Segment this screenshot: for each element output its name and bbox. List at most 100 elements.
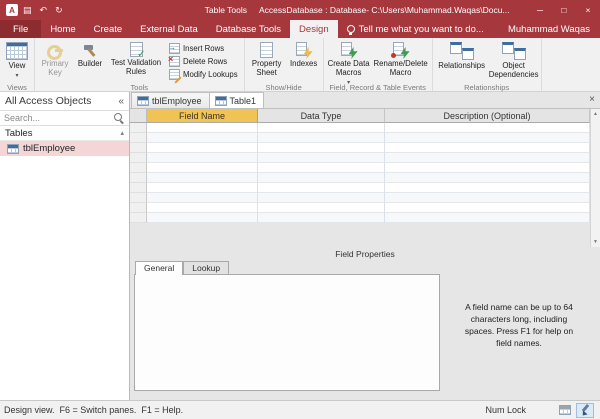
datasheet-view-button[interactable]: [556, 403, 574, 418]
description-cell[interactable]: [385, 183, 590, 193]
data-type-cell[interactable]: [258, 153, 385, 163]
tell-me-box[interactable]: Tell me what you want to do...: [338, 20, 493, 38]
row-selector[interactable]: [130, 213, 147, 223]
builder-button[interactable]: Builder: [73, 40, 107, 83]
description-cell[interactable]: [385, 213, 590, 223]
field-name-cell[interactable]: [147, 183, 258, 193]
grid-row[interactable]: [130, 143, 590, 153]
field-name-cell[interactable]: [147, 143, 258, 153]
nav-section-tables[interactable]: Tables ▴: [0, 126, 129, 141]
doc-tab-table1[interactable]: Table1: [210, 92, 265, 108]
doc-tab-tblemployee[interactable]: tblEmployee: [131, 92, 210, 108]
minimize-icon[interactable]: ─: [528, 0, 552, 20]
row-selector[interactable]: [130, 183, 147, 193]
delete-rows-button[interactable]: Delete Rows: [167, 55, 240, 67]
search-icon[interactable]: [114, 113, 125, 124]
grid-row[interactable]: [130, 213, 590, 223]
data-type-cell[interactable]: [258, 213, 385, 223]
field-name-cell[interactable]: [147, 163, 258, 173]
data-type-cell[interactable]: [258, 123, 385, 133]
section-collapse-icon[interactable]: ▴: [120, 129, 124, 137]
description-cell[interactable]: [385, 203, 590, 213]
data-type-cell[interactable]: [258, 143, 385, 153]
test-validation-rules-button[interactable]: Test Validation Rules: [107, 40, 165, 83]
field-name-cell[interactable]: [147, 203, 258, 213]
data-type-cell[interactable]: [258, 203, 385, 213]
description-cell[interactable]: [385, 163, 590, 173]
description-cell[interactable]: [385, 143, 590, 153]
data-type-cell[interactable]: [258, 133, 385, 143]
search-input[interactable]: [4, 113, 114, 123]
description-cell[interactable]: [385, 173, 590, 183]
relationships-button[interactable]: Relationships: [435, 40, 489, 83]
row-selector[interactable]: [130, 143, 147, 153]
row-selector[interactable]: [130, 153, 147, 163]
scroll-up-icon[interactable]: ▲: [593, 111, 598, 117]
tab-file[interactable]: File: [0, 20, 41, 38]
nav-pane-header[interactable]: All Access Objects «: [0, 92, 129, 110]
row-selector[interactable]: [130, 123, 147, 133]
field-name-cell[interactable]: [147, 193, 258, 203]
grid-row[interactable]: [130, 153, 590, 163]
tab-general[interactable]: General: [135, 261, 183, 275]
close-document-icon[interactable]: ×: [584, 94, 600, 108]
column-header-data-type[interactable]: Data Type: [258, 109, 385, 123]
tab-create[interactable]: Create: [85, 20, 132, 38]
grid-row[interactable]: [130, 123, 590, 133]
column-header-field-name[interactable]: Field Name: [147, 109, 258, 123]
primary-key-button[interactable]: Primary Key: [37, 40, 73, 83]
redo-icon[interactable]: ↻: [55, 5, 63, 16]
view-button[interactable]: View ▾: [2, 40, 32, 83]
field-name-cell[interactable]: [147, 173, 258, 183]
close-icon[interactable]: ×: [576, 0, 600, 20]
modify-lookups-button[interactable]: Modify Lookups: [167, 68, 240, 80]
field-name-cell[interactable]: [147, 123, 258, 133]
tab-lookup[interactable]: Lookup: [183, 261, 229, 274]
grid-row[interactable]: [130, 193, 590, 203]
description-cell[interactable]: [385, 123, 590, 133]
object-dependencies-button[interactable]: Object Dependencies: [489, 40, 539, 83]
scroll-down-icon[interactable]: ▼: [593, 239, 598, 245]
save-icon[interactable]: ▤: [23, 5, 32, 16]
insert-rows-button[interactable]: Insert Rows: [167, 42, 240, 54]
view-icon: [6, 42, 28, 60]
column-header-description[interactable]: Description (Optional): [385, 109, 590, 123]
tab-home[interactable]: Home: [41, 20, 84, 38]
account-user-name[interactable]: Muhammad Waqas: [498, 20, 600, 38]
grid-row[interactable]: [130, 203, 590, 213]
grid-row[interactable]: [130, 183, 590, 193]
grid-row[interactable]: [130, 173, 590, 183]
tab-database-tools[interactable]: Database Tools: [207, 20, 290, 38]
data-type-cell[interactable]: [258, 173, 385, 183]
row-selector-header[interactable]: [130, 109, 147, 123]
tab-design[interactable]: Design: [290, 20, 338, 38]
data-type-cell[interactable]: [258, 183, 385, 193]
field-name-cell[interactable]: [147, 213, 258, 223]
create-data-macros-button[interactable]: Create Data Macros ▾: [326, 40, 372, 83]
row-selector[interactable]: [130, 203, 147, 213]
field-name-cell[interactable]: [147, 153, 258, 163]
shutter-bar-icon[interactable]: «: [118, 96, 124, 107]
row-selector[interactable]: [130, 193, 147, 203]
data-type-cell[interactable]: [258, 163, 385, 173]
nav-item-tblemployee[interactable]: tblEmployee: [0, 141, 129, 156]
description-cell[interactable]: [385, 133, 590, 143]
grid-row[interactable]: [130, 163, 590, 173]
property-grid[interactable]: [134, 274, 440, 391]
maximize-icon[interactable]: □: [552, 0, 576, 20]
undo-icon[interactable]: ↶: [40, 5, 48, 16]
field-name-cell[interactable]: [147, 133, 258, 143]
row-selector[interactable]: [130, 133, 147, 143]
row-selector[interactable]: [130, 173, 147, 183]
vertical-scrollbar[interactable]: ▲ ▼: [590, 109, 600, 247]
grid-row[interactable]: [130, 133, 590, 143]
tab-external-data[interactable]: External Data: [131, 20, 207, 38]
description-cell[interactable]: [385, 193, 590, 203]
rename-delete-macro-button[interactable]: Rename/Delete Macro: [372, 40, 430, 83]
description-cell[interactable]: [385, 153, 590, 163]
indexes-button[interactable]: Indexes: [287, 40, 321, 83]
data-type-cell[interactable]: [258, 193, 385, 203]
design-view-button[interactable]: [576, 403, 594, 418]
row-selector[interactable]: [130, 163, 147, 173]
property-sheet-button[interactable]: Property Sheet: [247, 40, 287, 83]
